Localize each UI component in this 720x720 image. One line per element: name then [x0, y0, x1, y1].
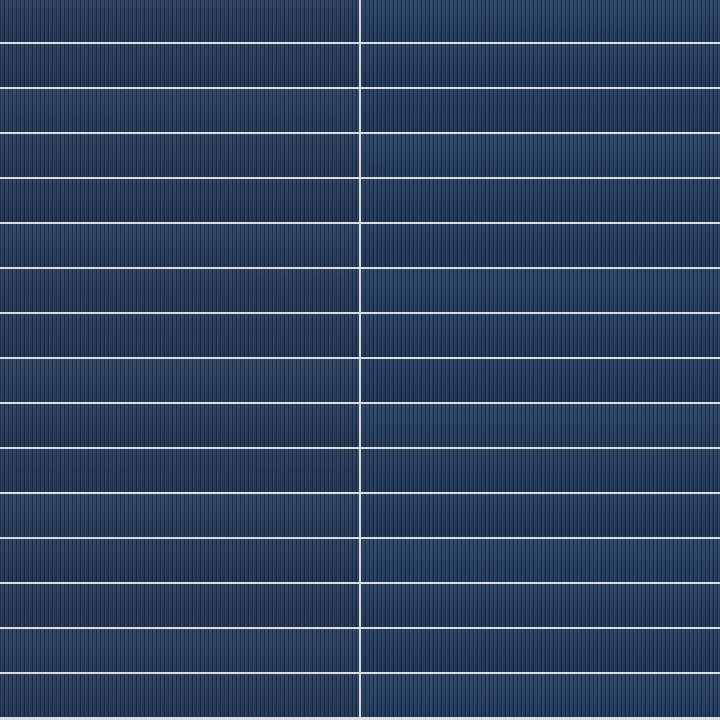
fluted-tile: [0, 224, 359, 267]
fluted-tile: [361, 134, 720, 177]
tile-grid: [0, 0, 720, 719]
fluted-tile: [361, 584, 720, 627]
fluted-tile: [0, 134, 359, 177]
fluted-tile: [361, 449, 720, 492]
fluted-tile: [0, 674, 359, 717]
fluted-tile: [0, 0, 359, 42]
fluted-tile: [0, 584, 359, 627]
fluted-tile: [361, 269, 720, 312]
tile-wall: [0, 0, 720, 720]
fluted-tile: [0, 494, 359, 537]
fluted-tile: [0, 269, 359, 312]
fluted-tile: [361, 0, 720, 42]
fluted-tile: [361, 359, 720, 402]
fluted-tile: [0, 179, 359, 222]
fluted-tile: [0, 629, 359, 672]
fluted-tile: [361, 629, 720, 672]
fluted-tile: [361, 314, 720, 357]
fluted-tile: [361, 224, 720, 267]
fluted-tile: [361, 404, 720, 447]
fluted-tile: [0, 89, 359, 132]
fluted-tile: [0, 359, 359, 402]
fluted-tile: [361, 44, 720, 87]
fluted-tile: [0, 539, 359, 582]
fluted-tile: [361, 89, 720, 132]
fluted-tile: [361, 179, 720, 222]
fluted-tile: [361, 494, 720, 537]
fluted-tile: [0, 404, 359, 447]
fluted-tile: [0, 314, 359, 357]
fluted-tile: [0, 44, 359, 87]
fluted-tile: [361, 674, 720, 717]
fluted-tile: [361, 539, 720, 582]
fluted-tile: [0, 449, 359, 492]
